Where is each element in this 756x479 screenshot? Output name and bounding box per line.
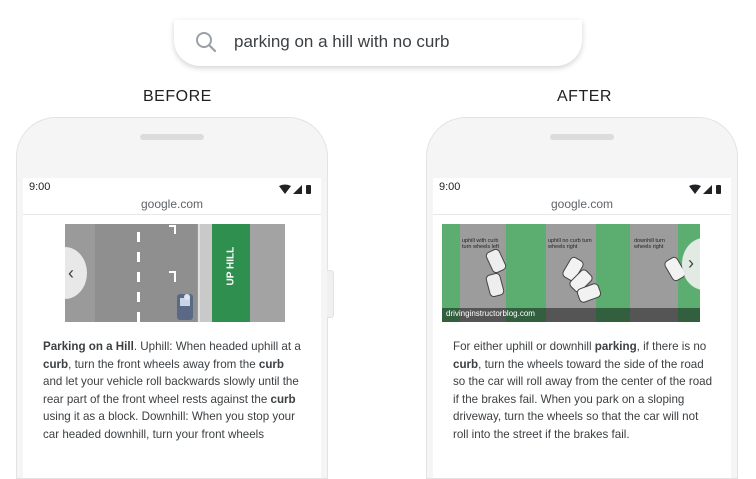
status-time: 9:00 bbox=[439, 181, 461, 193]
result-image[interactable]: uphill with curb turn wheels left uphill… bbox=[442, 224, 700, 322]
snippet-bold: curb bbox=[258, 357, 284, 371]
image-label: uphill with curb turn wheels left bbox=[462, 238, 499, 250]
image-watermark: drivinginstructorblog.com bbox=[446, 309, 535, 318]
carousel-prev-icon[interactable]: ‹ bbox=[65, 258, 81, 288]
result-snippet: Parking on a Hill. Uphill: When headed u… bbox=[43, 338, 303, 443]
url-bar[interactable]: google.com bbox=[23, 194, 321, 215]
image-label: uphill no curb turn wheels right bbox=[548, 238, 592, 250]
status-time: 9:00 bbox=[29, 181, 51, 193]
snippet-bold: parking bbox=[594, 340, 637, 353]
phone-screen: 9:00 google.com bbox=[23, 178, 321, 478]
snippet-text: and let your vehicle roll backwards slow… bbox=[43, 375, 299, 406]
image-label: downhill turn wheels right bbox=[634, 238, 665, 250]
snippet-text: . Uphill: When headed uphill at a bbox=[133, 340, 301, 353]
phone-screen: 9:00 google.com bbox=[433, 178, 731, 478]
result-image[interactable]: UP HILL ‹ bbox=[65, 224, 285, 322]
before-label: BEFORE bbox=[143, 88, 212, 105]
url-bar[interactable]: google.com bbox=[433, 194, 731, 215]
snippet-bold: Parking on a Hill bbox=[43, 340, 134, 353]
search-bar[interactable]: parking on a hill with no curb bbox=[174, 20, 582, 66]
phone-side-button bbox=[327, 270, 334, 318]
snippet-text: , turn the wheels toward the side of the… bbox=[453, 357, 713, 441]
snippet-text: using it as a block. Downhill: When you … bbox=[43, 410, 295, 441]
phone-speaker bbox=[140, 134, 204, 140]
snippet-text: For either uphill or downhill bbox=[453, 340, 595, 353]
after-phone: 9:00 google.com uphill with curb turn wh… bbox=[426, 117, 738, 479]
phone-speaker bbox=[550, 134, 614, 140]
snippet-bold: curb bbox=[453, 357, 479, 371]
snippet-text: , if there is no bbox=[636, 340, 707, 353]
search-icon bbox=[194, 30, 218, 59]
after-label: AFTER bbox=[557, 88, 612, 105]
snippet-text: , turn the front wheels away from the bbox=[68, 357, 259, 371]
before-phone: 9:00 google.com UP HILL ‹ Parking on a H… bbox=[16, 117, 328, 479]
snippet-bold: curb bbox=[270, 392, 296, 406]
image-sign-text: UP HILL bbox=[225, 246, 237, 286]
snippet-bold: curb bbox=[43, 357, 69, 371]
carousel-next-icon[interactable]: › bbox=[682, 248, 700, 278]
search-query[interactable]: parking on a hill with no curb bbox=[234, 32, 449, 52]
result-snippet: For either uphill or downhill parking, i… bbox=[453, 338, 713, 443]
